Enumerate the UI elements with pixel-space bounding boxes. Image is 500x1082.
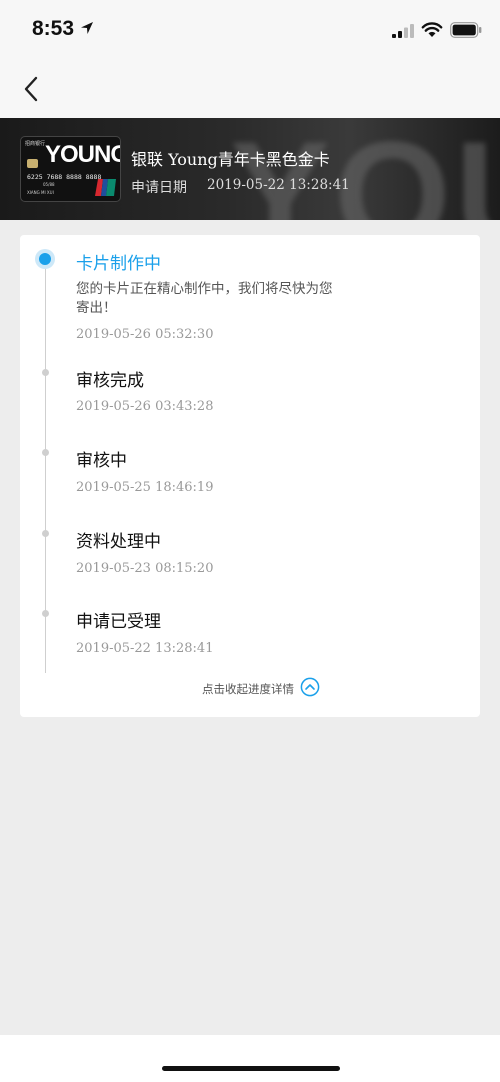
step-time-application-accepted: 2019-05-22 13:28:41 <box>76 641 214 656</box>
step-desc-card-production: 您的卡片正在精心制作中，我们将尽快为您寄出！ <box>76 281 333 316</box>
step-title-review-complete: 审核完成 <box>76 371 144 391</box>
apply-date-label: 申请日期 <box>131 180 187 196</box>
timeline-dot-active <box>35 249 55 269</box>
collapse-progress-label: 点击收起进度详情 <box>202 682 294 696</box>
step-time-card-production: 2019-05-26 05:32:30 <box>76 327 214 342</box>
card-bank-name: 招商银行 <box>25 141 46 147</box>
status-bar: 8:53 <box>0 0 500 60</box>
apply-date-value: 2019-05-22 13:28:41 <box>207 177 350 193</box>
home-indicator[interactable] <box>162 1066 340 1071</box>
step-time-data-processing: 2019-05-23 08:15:20 <box>76 561 214 576</box>
status-time: 8:53 <box>32 17 75 40</box>
timeline-dot <box>42 610 49 617</box>
nav-bar <box>0 60 500 118</box>
timeline-dot <box>42 369 49 376</box>
card-holder: XIANG MI XUI <box>27 190 54 195</box>
signal-icon <box>392 24 414 38</box>
card-thumbnail: 招商银行 YOUNG 6225 7688 8888 8888 05/88 XIA… <box>20 136 121 202</box>
wifi-icon <box>421 22 443 37</box>
step-time-under-review: 2019-05-25 18:46:19 <box>76 480 214 495</box>
location-arrow-icon <box>81 22 93 34</box>
timeline-dot <box>42 449 49 456</box>
step-time-review-complete: 2019-05-26 03:43:28 <box>76 399 214 414</box>
card-number: 6225 7688 8888 8888 <box>27 173 102 181</box>
card-chip <box>27 159 38 168</box>
card-expiry: 05/88 <box>43 182 55 187</box>
unionpay-icon <box>95 179 116 196</box>
back-chevron-icon[interactable] <box>16 70 50 108</box>
collapse-progress-button[interactable]: 点击收起进度详情 <box>0 677 500 699</box>
card-brand-word: YOUNG <box>45 141 121 168</box>
card-title: 银联 Young青年卡黑色金卡 <box>131 150 330 169</box>
step-title-data-processing: 资料处理中 <box>76 532 161 552</box>
bottom-bar <box>0 1035 500 1082</box>
step-title-application-accepted: 申请已受理 <box>76 612 161 632</box>
chevron-up-circle-icon <box>300 677 320 697</box>
battery-icon <box>450 22 482 38</box>
step-title-under-review: 审核中 <box>76 451 127 471</box>
step-title-card-production: 卡片制作中 <box>76 254 161 274</box>
timeline-dot <box>42 530 49 537</box>
